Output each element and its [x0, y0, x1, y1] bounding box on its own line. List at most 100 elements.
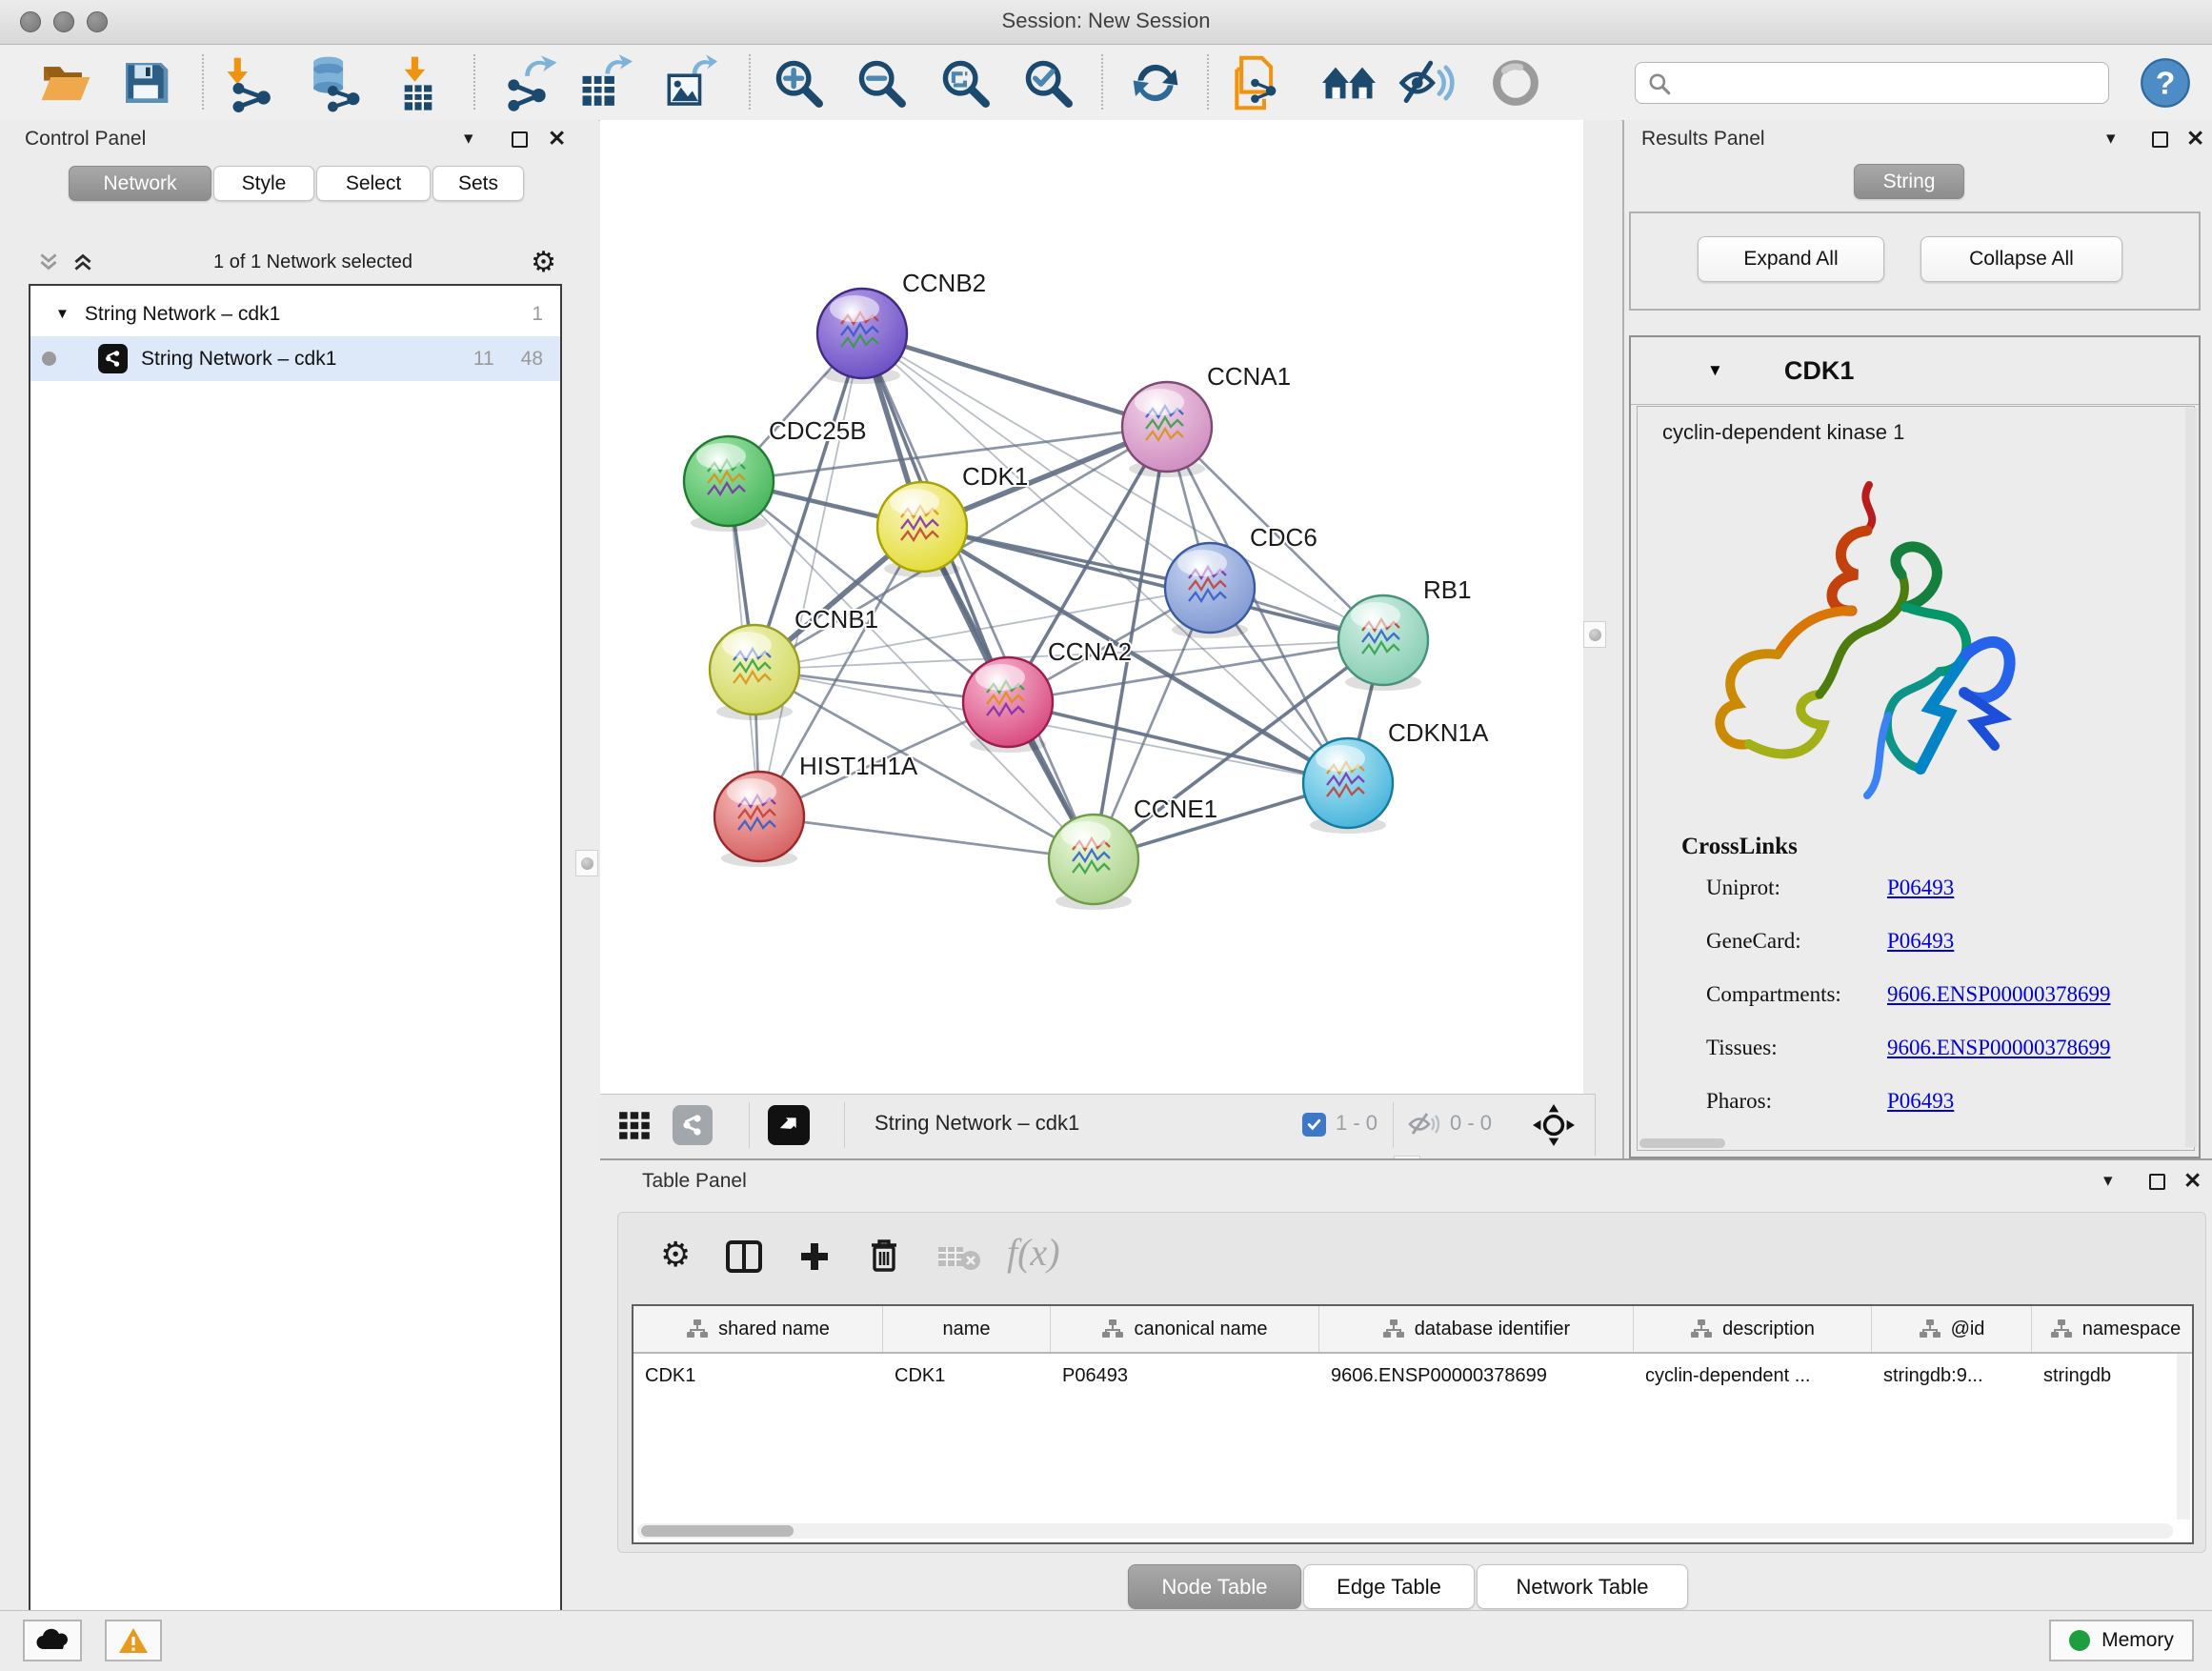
table-row[interactable]: CDK1CDK1P064939606.ENSP00000378699cyclin…: [633, 1354, 2192, 1398]
network-edge[interactable]: [862, 333, 1167, 427]
network-edge[interactable]: [1008, 702, 1348, 783]
zoom-out-button[interactable]: [854, 55, 909, 111]
table-cell[interactable]: 9606.ENSP00000378699: [1319, 1365, 1634, 1387]
panel-close-icon[interactable]: ✕: [2186, 131, 2204, 147]
panel-float-icon[interactable]: ▾: [464, 128, 473, 150]
network-row-selected[interactable]: String Network – cdk1 11 48: [30, 336, 560, 381]
network-node-hist1h1a[interactable]: HIST1H1A: [714, 752, 918, 867]
export-network-button[interactable]: [500, 53, 559, 112]
crosslink-link[interactable]: P06493: [1887, 929, 1954, 954]
crosslink-link[interactable]: 9606.ENSP00000378699: [1887, 1036, 2111, 1060]
crosslink-link[interactable]: P06493: [1887, 876, 1954, 900]
zoom-selected-button[interactable]: [1020, 55, 1076, 111]
column-header[interactable]: description: [1634, 1306, 1872, 1352]
column-header[interactable]: canonical name: [1051, 1306, 1319, 1352]
column-header[interactable]: namespace: [2032, 1306, 2194, 1352]
import-network-file-button[interactable]: [218, 53, 277, 112]
network-node-cdc25b[interactable]: CDC25B: [684, 416, 867, 532]
network-node-cdk1[interactable]: CDK1: [877, 462, 1028, 577]
tree-expand-caret[interactable]: ▼: [55, 306, 70, 322]
hidden-eye-icon[interactable]: [1406, 1109, 1440, 1139]
network-node-cdc6[interactable]: CDC6: [1165, 523, 1317, 638]
right-splitter-grip[interactable]: [1583, 621, 1606, 648]
column-header[interactable]: name: [883, 1306, 1051, 1352]
search-box[interactable]: [1635, 62, 2109, 104]
show-columns-button[interactable]: [725, 1239, 763, 1274]
detach-view-button[interactable]: [768, 1105, 810, 1145]
open-session-button[interactable]: [38, 55, 93, 111]
network-canvas[interactable]: CCNB2CCNA1CDC25BCDK1CDC6RB1CCNB1CCNA2CDK…: [600, 120, 1583, 1094]
memory-button[interactable]: Memory: [2049, 1620, 2194, 1661]
clone-network-button[interactable]: [1230, 53, 1287, 112]
expand-all-button[interactable]: Expand All: [1698, 236, 1884, 282]
tab-style[interactable]: Style: [213, 166, 314, 201]
pan-crosshair-button[interactable]: [1532, 1103, 1576, 1147]
refresh-button[interactable]: [1129, 56, 1182, 110]
panel-maximize-icon[interactable]: [2149, 1174, 2165, 1190]
string-view-button[interactable]: [673, 1105, 713, 1145]
nested-networks-button[interactable]: [1319, 56, 1378, 110]
collapse-all-button[interactable]: Collapse All: [1920, 236, 2122, 282]
panel-close-icon[interactable]: ✕: [2183, 1173, 2202, 1189]
table-vscrollbar[interactable]: [2177, 1354, 2190, 1520]
warnings-button[interactable]: [105, 1620, 162, 1661]
table-cell[interactable]: stringdb: [2032, 1365, 2194, 1387]
network-node-cdkn1a[interactable]: CDKN1A: [1303, 718, 1489, 834]
birds-eye-view-button[interactable]: [1489, 56, 1542, 110]
column-header[interactable]: database identifier: [1319, 1306, 1634, 1352]
panel-float-icon[interactable]: ▾: [2106, 128, 2116, 150]
export-image-button[interactable]: [658, 53, 717, 112]
zoom-fit-button[interactable]: [937, 55, 993, 111]
function-builder-button[interactable]: f(x): [1007, 1230, 1060, 1275]
table-cell[interactable]: P06493: [1051, 1365, 1319, 1387]
import-network-database-button[interactable]: [301, 53, 360, 112]
add-column-button[interactable]: [797, 1239, 832, 1274]
network-node-rb1[interactable]: RB1: [1338, 575, 1472, 691]
network-node-ccnb2[interactable]: CCNB2: [817, 269, 986, 384]
tab-node-table[interactable]: Node Table: [1128, 1564, 1301, 1609]
panel-maximize-icon[interactable]: [2152, 131, 2168, 148]
expand-all-networks-icon[interactable]: [70, 250, 95, 274]
zoom-in-button[interactable]: [771, 55, 826, 111]
network-collection-row[interactable]: ▼ String Network – cdk1 1: [30, 292, 560, 336]
network-node-ccne1[interactable]: CCNE1: [1049, 795, 1217, 910]
tab-network-table[interactable]: Network Table: [1477, 1564, 1688, 1609]
delete-column-button[interactable]: [868, 1238, 900, 1274]
tab-edge-table[interactable]: Edge Table: [1303, 1564, 1475, 1609]
table-cell[interactable]: CDK1: [883, 1365, 1051, 1387]
network-options-gear-icon[interactable]: ⚙: [531, 246, 556, 279]
column-header[interactable]: @id: [1872, 1306, 2032, 1352]
table-cell[interactable]: CDK1: [633, 1365, 883, 1387]
table-hscrollbar[interactable]: [637, 1523, 2173, 1539]
tab-string[interactable]: String: [1854, 164, 1964, 199]
tab-network[interactable]: Network: [69, 166, 211, 201]
entry-collapse-caret[interactable]: ▼: [1707, 361, 1723, 380]
column-header[interactable]: shared name: [633, 1306, 883, 1352]
grid-view-button[interactable]: [617, 1108, 654, 1144]
help-button[interactable]: ?: [2140, 57, 2191, 109]
network-node-ccna1[interactable]: CCNA1: [1122, 362, 1291, 477]
panel-close-icon[interactable]: ✕: [548, 131, 566, 147]
import-table-file-button[interactable]: [391, 53, 446, 112]
graphics-details-button[interactable]: [1398, 56, 1455, 110]
export-table-button[interactable]: [573, 53, 633, 112]
save-session-button[interactable]: [119, 56, 172, 110]
left-splitter-grip[interactable]: [575, 850, 598, 876]
panel-maximize-icon[interactable]: [512, 131, 528, 148]
search-input[interactable]: [1678, 66, 2101, 100]
gene-entry-header[interactable]: ▼ CDK1: [1631, 337, 2199, 405]
network-edge[interactable]: [862, 333, 1094, 859]
collapse-all-networks-icon[interactable]: [36, 250, 61, 274]
network-node-ccnb1[interactable]: CCNB1: [710, 605, 878, 720]
table-cell[interactable]: cyclin-dependent ...: [1634, 1365, 1872, 1387]
cloud-status-button[interactable]: [23, 1620, 82, 1661]
results-hscrollbar[interactable]: [1639, 1138, 1725, 1148]
crosslink-link[interactable]: 9606.ENSP00000378699: [1887, 982, 2111, 1007]
table-options-gear-icon[interactable]: ⚙: [660, 1236, 691, 1275]
selected-checkbox[interactable]: [1302, 1113, 1326, 1137]
results-vscrollbar[interactable]: [2185, 408, 2197, 1147]
crosslink-link[interactable]: P06493: [1887, 1089, 1954, 1114]
network-edge[interactable]: [759, 816, 1094, 859]
tab-select[interactable]: Select: [316, 166, 431, 201]
table-cell[interactable]: stringdb:9...: [1872, 1365, 2032, 1387]
